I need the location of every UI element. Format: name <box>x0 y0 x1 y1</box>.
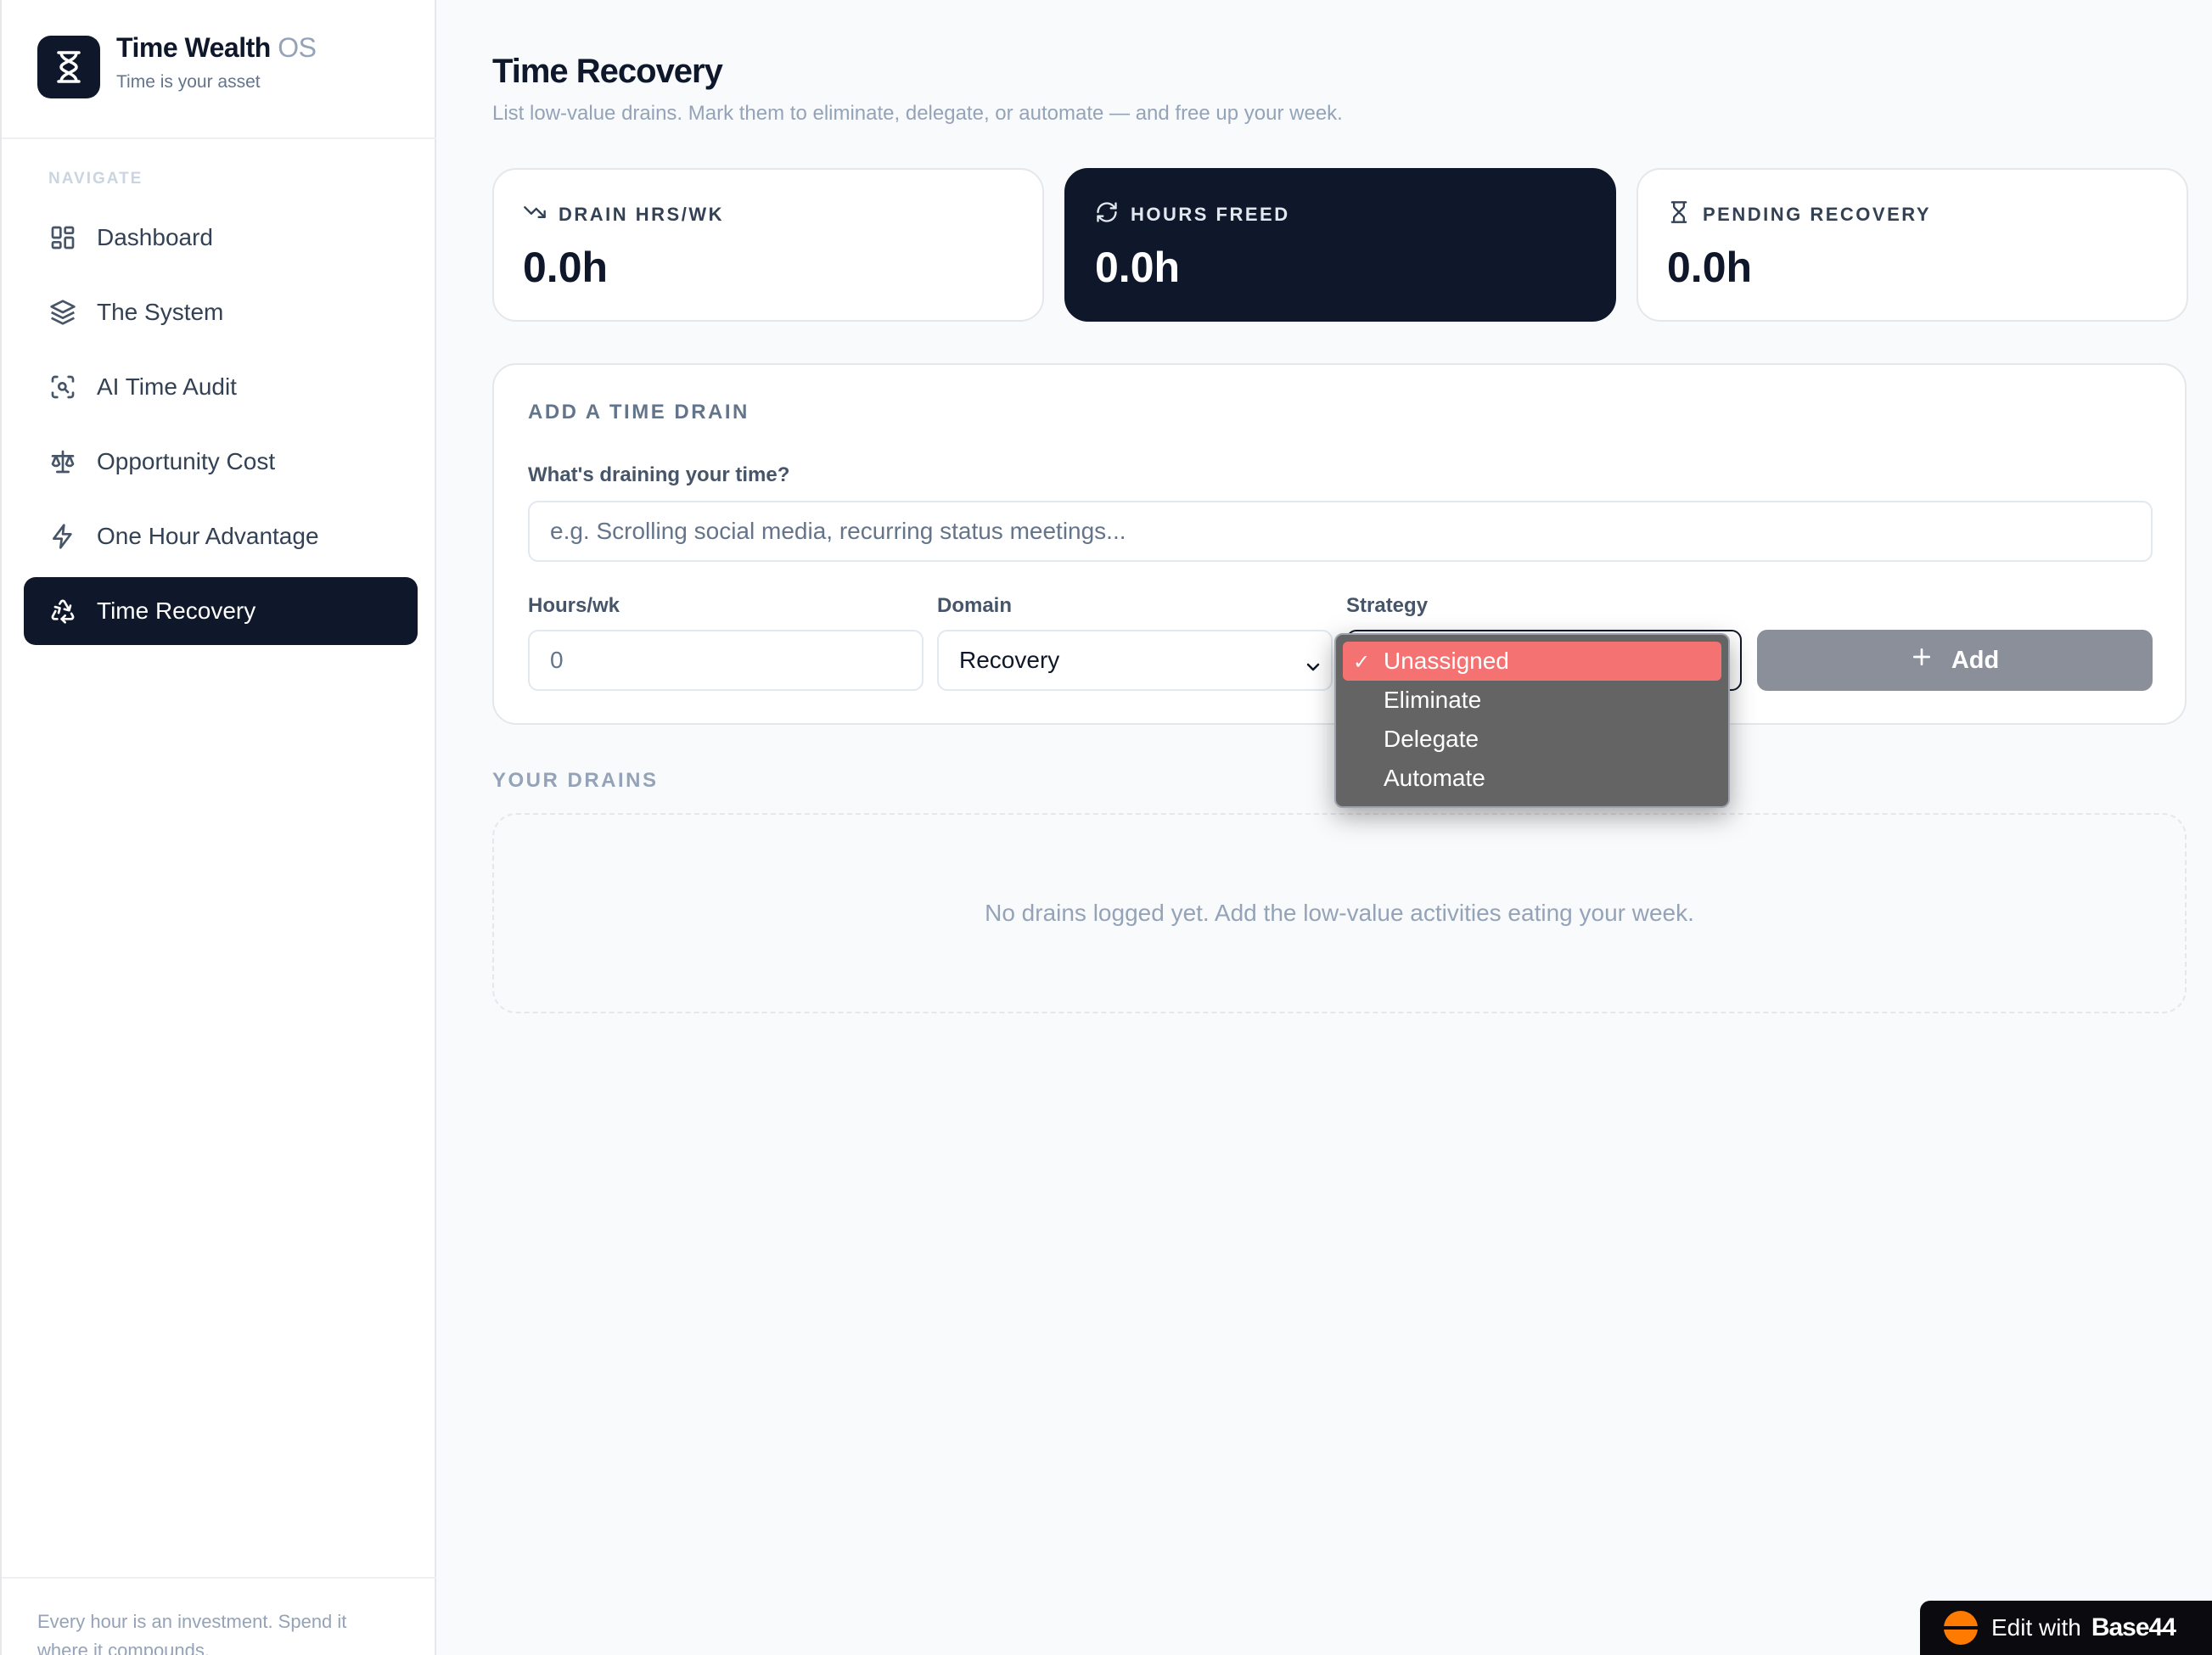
bolt-icon <box>48 521 78 552</box>
stat-pending-recovery: PENDING RECOVERY 0.0h <box>1637 168 2188 322</box>
add-button-label: Add <box>1951 646 2000 674</box>
brand-suffix: OS <box>278 32 317 63</box>
strategy-option-eliminate[interactable]: Eliminate <box>1343 681 1721 720</box>
sidebar-item-label: AI Time Audit <box>97 373 237 400</box>
drains-section-label: YOUR DRAINS <box>492 769 659 792</box>
option-label: Eliminate <box>1384 687 1482 713</box>
sidebar-item-label: Opportunity Cost <box>97 448 276 474</box>
sidebar: Time Wealth OS Time is your asset NAVIGA… <box>0 0 436 1655</box>
stat-value: 0.0h <box>523 244 609 291</box>
sidebar-item-label: The System <box>97 299 224 325</box>
strategy-option-automate[interactable]: Automate <box>1343 759 1721 798</box>
hourglass-icon <box>1667 200 1691 228</box>
domain-field-label: Domain <box>937 594 1013 617</box>
domain-select-value: Recovery <box>959 647 1060 673</box>
page-title: Time Recovery <box>492 53 723 90</box>
badge-brand: Base44 <box>2091 1613 2176 1641</box>
chevron-down-icon <box>1304 654 1322 681</box>
app-root: Time Wealth OS Time is your asset NAVIGA… <box>0 0 2212 1655</box>
form-title: ADD A TIME DRAIN <box>528 401 749 424</box>
strategy-option-delegate[interactable]: Delegate <box>1343 720 1721 759</box>
stat-label: HOURS FREED <box>1131 203 1290 225</box>
sidebar-item-ai-time-audit[interactable]: AI Time Audit <box>24 353 418 421</box>
checkmark-icon: ✓ <box>1353 651 1371 674</box>
hourglass-logo-icon <box>37 36 100 98</box>
strategy-option-unassigned[interactable]: ✓ Unassigned <box>1343 642 1721 681</box>
stat-hours-freed: HOURS FREED 0.0h <box>1064 168 1616 322</box>
option-label: Delegate <box>1384 726 1479 752</box>
add-drain-button[interactable]: Add <box>1757 630 2153 691</box>
trending-down-icon <box>523 200 547 228</box>
sidebar-item-opportunity-cost[interactable]: Opportunity Cost <box>24 428 418 496</box>
option-label: Automate <box>1384 765 1485 791</box>
empty-state-text: No drains logged yet. Add the low-value … <box>985 900 1694 926</box>
stat-value: 0.0h <box>1667 244 1753 291</box>
sidebar-item-time-recovery[interactable]: Time Recovery <box>24 577 418 645</box>
option-label: Unassigned <box>1384 648 1509 674</box>
drain-description-input[interactable] <box>528 501 2153 562</box>
sidebar-item-label: Time Recovery <box>97 597 256 624</box>
strategy-dropdown-menu: ✓ Unassigned Eliminate Delegate Automate <box>1334 633 1730 808</box>
layers-icon <box>48 297 78 328</box>
domain-select[interactable]: Recovery <box>937 630 1333 691</box>
stat-label: DRAIN HRS/WK <box>559 203 724 225</box>
sidebar-footer-text: Every hour is an investment. Spend it wh… <box>37 1611 347 1655</box>
brand: Time Wealth OS Time is your asset <box>2 0 436 139</box>
base44-logo-icon <box>1944 1611 1978 1645</box>
brand-name: Time Wealth <box>116 32 271 63</box>
brand-tagline: Time is your asset <box>116 72 261 92</box>
edit-with-base44-badge[interactable]: Edit with Base44 <box>1920 1601 2212 1655</box>
dashboard-icon <box>48 222 78 253</box>
nav-section-label: NAVIGATE <box>48 170 143 188</box>
scan-icon <box>48 372 78 402</box>
sidebar-footer: Every hour is an investment. Spend it wh… <box>2 1577 436 1655</box>
sidebar-nav: Dashboard The System AI Time Audit Oppor… <box>24 204 418 652</box>
drain-field-label: What's draining your time? <box>528 463 790 486</box>
page-subtitle: List low-value drains. Mark them to elim… <box>492 102 1343 125</box>
drains-empty-state: No drains logged yet. Add the low-value … <box>492 813 2187 1013</box>
stat-drain-hrs: DRAIN HRS/WK 0.0h <box>492 168 1044 322</box>
strategy-field-label: Strategy <box>1346 594 1429 617</box>
sidebar-item-label: Dashboard <box>97 224 213 250</box>
sidebar-item-the-system[interactable]: The System <box>24 278 418 346</box>
sidebar-item-one-hour-advantage[interactable]: One Hour Advantage <box>24 502 418 570</box>
refresh-icon <box>1095 200 1119 228</box>
brand-title: Time Wealth OS <box>116 32 317 64</box>
badge-text: Edit with <box>1991 1614 2081 1641</box>
sidebar-item-dashboard[interactable]: Dashboard <box>24 204 418 272</box>
stat-value: 0.0h <box>1095 244 1181 291</box>
stat-label: PENDING RECOVERY <box>1703 203 1932 225</box>
sidebar-item-label: One Hour Advantage <box>97 523 319 549</box>
plus-icon <box>1911 646 1933 675</box>
hours-input[interactable]: 0 <box>528 630 924 691</box>
scale-icon <box>48 446 78 477</box>
hours-field-label: Hours/wk <box>528 594 620 617</box>
recycle-icon <box>48 596 78 626</box>
hours-input-value: 0 <box>550 647 564 673</box>
